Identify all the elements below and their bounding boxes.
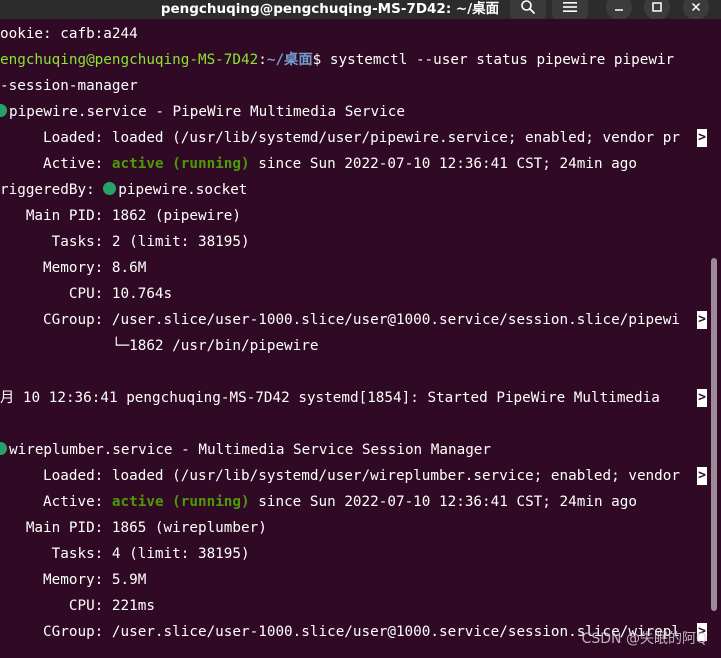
terminal-text: since Sun 2022-07-10 12:36:41 CST; 24min… bbox=[249, 156, 637, 172]
terminal-line: Tasks: 2 (limit: 38195) bbox=[0, 229, 250, 255]
terminal-text: pipewire.socket bbox=[118, 182, 248, 198]
terminal-line: Active: active (running) since Sun 2022-… bbox=[0, 489, 637, 515]
terminal-line: CPU: 221ms bbox=[0, 593, 155, 619]
title-bar[interactable]: pengchuqing@pengchuqing-MS-7D42: ~/桌面 bbox=[0, 0, 721, 20]
terminal-text: └─1862 /usr/bin/pipewire bbox=[0, 338, 319, 354]
terminal-line: Loaded: loaded (/usr/lib/systemd/user/wi… bbox=[0, 463, 680, 489]
csdn-watermark: CSDN @失眠的阿Q bbox=[581, 631, 707, 647]
maximize-icon bbox=[652, 2, 662, 12]
terminal-text: wireplumber.service - Multimedia Service… bbox=[9, 442, 492, 458]
terminal-line: ookie: cafb:a244 bbox=[0, 21, 138, 47]
terminal-text: since Sun 2022-07-10 12:36:41 CST; 24min… bbox=[249, 494, 637, 510]
terminal-text: Memory: 5.9M bbox=[0, 572, 147, 588]
terminal-text: Main PID: 1865 (wireplumber) bbox=[0, 520, 267, 536]
terminal-text: : bbox=[258, 52, 267, 68]
terminal-line: CGroup: /user.slice/user-1000.slice/user… bbox=[0, 619, 680, 645]
truncation-marker: > bbox=[697, 129, 707, 147]
terminal-text: ookie: cafb:a244 bbox=[0, 26, 138, 42]
terminal-line: engchuqing@pengchuqing-MS-7D42:~/桌面$ sys… bbox=[0, 47, 674, 73]
status-dot-icon bbox=[103, 182, 117, 195]
menu-button[interactable] bbox=[552, 0, 588, 20]
terminal-line: pipewire.service - PipeWire Multimedia S… bbox=[0, 99, 405, 125]
terminal-line: CGroup: /user.slice/user-1000.slice/user… bbox=[0, 307, 680, 333]
close-icon bbox=[691, 2, 701, 12]
scrollbar-thumb[interactable] bbox=[711, 258, 717, 611]
terminal-line: Active: active (running) since Sun 2022-… bbox=[0, 151, 637, 177]
terminal-output[interactable]: ookie: cafb:a244 engchuqing@pengchuqing-M… bbox=[0, 19, 721, 658]
terminal-line: Main PID: 1862 (pipewire) bbox=[0, 203, 241, 229]
terminal-text: active (running) bbox=[111, 494, 250, 510]
terminal-text: ~/桌面 bbox=[266, 52, 313, 68]
terminal-text: CGroup: /user.slice/user-1000.slice/user… bbox=[0, 312, 680, 328]
terminal-line: 月 10 12:36:41 pengchuqing-MS-7D42 system… bbox=[0, 385, 668, 411]
search-button[interactable] bbox=[510, 0, 546, 20]
status-dot-icon bbox=[0, 442, 7, 455]
terminal-text: Tasks: 4 (limit: 38195) bbox=[0, 546, 250, 562]
maximize-button[interactable] bbox=[644, 0, 670, 20]
terminal-text: Loaded: loaded (/usr/lib/systemd/user/wi… bbox=[0, 468, 680, 484]
truncation-marker: > bbox=[697, 389, 707, 407]
close-button[interactable] bbox=[683, 0, 709, 20]
terminal-text: riggeredBy: bbox=[0, 182, 104, 198]
terminal-line: Memory: 5.9M bbox=[0, 567, 146, 593]
status-dot-icon bbox=[0, 104, 7, 117]
terminal-text: active (running) bbox=[111, 156, 250, 172]
terminal-text: 月 10 12:36:41 pengchuqing-MS-7D42 system… bbox=[0, 390, 669, 406]
terminal-line: wireplumber.service - Multimedia Service… bbox=[0, 437, 491, 463]
terminal-line: Tasks: 4 (limit: 38195) bbox=[0, 541, 250, 567]
terminal-text: Active: bbox=[0, 156, 112, 172]
terminal-text: CGroup: /user.slice/user-1000.slice/user… bbox=[0, 624, 680, 640]
terminal-text: Tasks: 2 (limit: 38195) bbox=[0, 234, 250, 250]
terminal-line: Loaded: loaded (/usr/lib/systemd/user/pi… bbox=[0, 125, 680, 151]
terminal-line: Main PID: 1865 (wireplumber) bbox=[0, 515, 267, 541]
terminal-text: Active: bbox=[0, 494, 112, 510]
terminal-text: Main PID: 1862 (pipewire) bbox=[0, 208, 242, 224]
terminal-line: Memory: 8.6M bbox=[0, 255, 146, 281]
terminal-text: pipewire.service - PipeWire Multimedia S… bbox=[9, 104, 405, 120]
hamburger-menu-icon bbox=[563, 2, 577, 12]
terminal-text: -session-manager bbox=[0, 78, 138, 94]
terminal-text: $ systemctl --user status pipewire pipew… bbox=[312, 52, 675, 68]
terminal-text: engchuqing@pengchuqing-MS-7D42 bbox=[0, 52, 259, 68]
search-icon bbox=[521, 0, 535, 14]
terminal-line: CPU: 10.764s bbox=[0, 281, 172, 307]
truncation-marker: > bbox=[697, 467, 707, 485]
terminal-text: CPU: 221ms bbox=[0, 598, 155, 614]
terminal-line: -session-manager bbox=[0, 73, 138, 99]
terminal-line: └─1862 /usr/bin/pipewire bbox=[0, 333, 319, 359]
terminal-text: Loaded: loaded (/usr/lib/systemd/user/pi… bbox=[0, 130, 680, 146]
terminal-line: riggeredBy: pipewire.socket bbox=[0, 177, 247, 203]
terminal-text: Memory: 8.6M bbox=[0, 260, 147, 276]
truncation-marker: > bbox=[697, 311, 707, 329]
minimize-icon bbox=[615, 9, 623, 11]
terminal-text: CPU: 10.764s bbox=[0, 286, 173, 302]
